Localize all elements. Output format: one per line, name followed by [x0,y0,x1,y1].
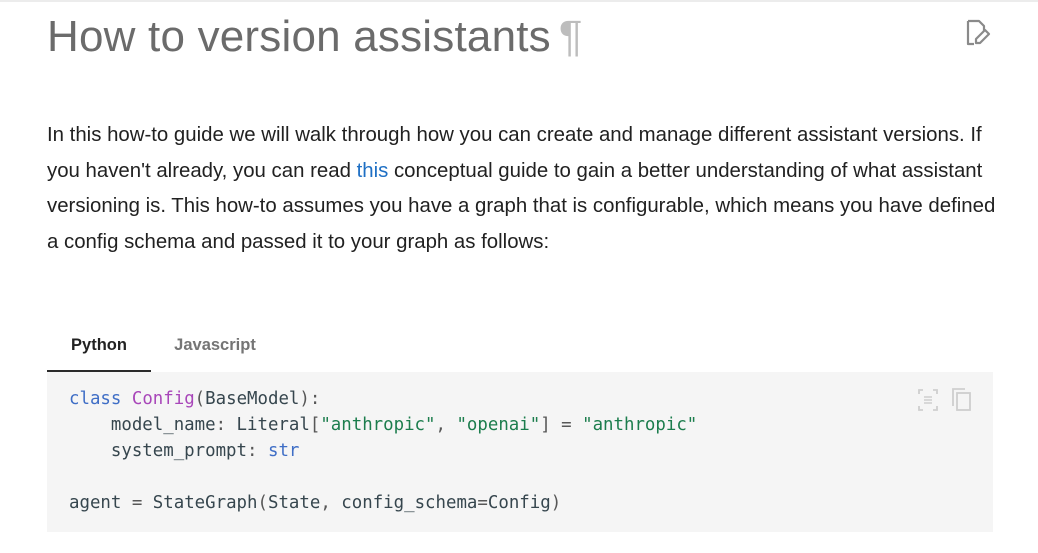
code-actions [915,386,977,414]
select-lines-icon[interactable] [915,386,941,414]
code-token: "openai" [456,415,541,435]
code-token: str [267,441,300,461]
page-title-text: How to version assistants [47,12,551,61]
intro-paragraph: In this how-to guide we will walk throug… [47,118,997,260]
code-token: "anthropic" [320,415,436,435]
code-token: StateGraph [152,493,258,513]
code-token: system_prompt [110,441,248,461]
code-token: [ [309,415,321,435]
edit-page-icon[interactable] [962,18,992,48]
code-token: ): [299,389,321,409]
heading-row: How to version assistants ¶ [47,6,992,66]
code-token: ( [194,389,206,409]
code-token: = [477,493,488,513]
code-token: , [320,493,342,513]
code-token: ) [550,493,562,513]
top-divider [0,0,1038,2]
code-content: class Config(BaseModel): model_name: Lit… [69,386,697,516]
code-token: model_name [110,415,216,435]
code-token: = [121,493,153,513]
page-title: How to version assistants ¶ [47,12,583,62]
code-token: agent [69,493,122,513]
code-block: class Config(BaseModel): model_name: Lit… [47,372,993,532]
tab-javascript[interactable]: Javascript [169,328,261,370]
code-token: config_schema [341,493,478,513]
code-token: Literal [236,415,310,435]
code-token: ( [257,493,268,513]
anchor-link[interactable]: ¶ [559,12,583,61]
code-tabs: Python Javascript [47,328,992,373]
code-token: ] = [540,415,583,435]
code-token: class [69,389,122,409]
code-token: , [435,415,457,435]
code-token: State [267,493,321,513]
code-token: : [247,441,268,461]
copy-icon[interactable] [949,386,975,414]
code-token: BaseModel [205,389,300,409]
code-token: : [215,415,237,435]
code-token: "anthropic" [582,415,698,435]
tab-python[interactable]: Python [47,328,151,373]
code-token: Config [487,493,551,513]
conceptual-guide-link[interactable]: this [357,160,389,182]
code-token: Config [131,389,195,409]
